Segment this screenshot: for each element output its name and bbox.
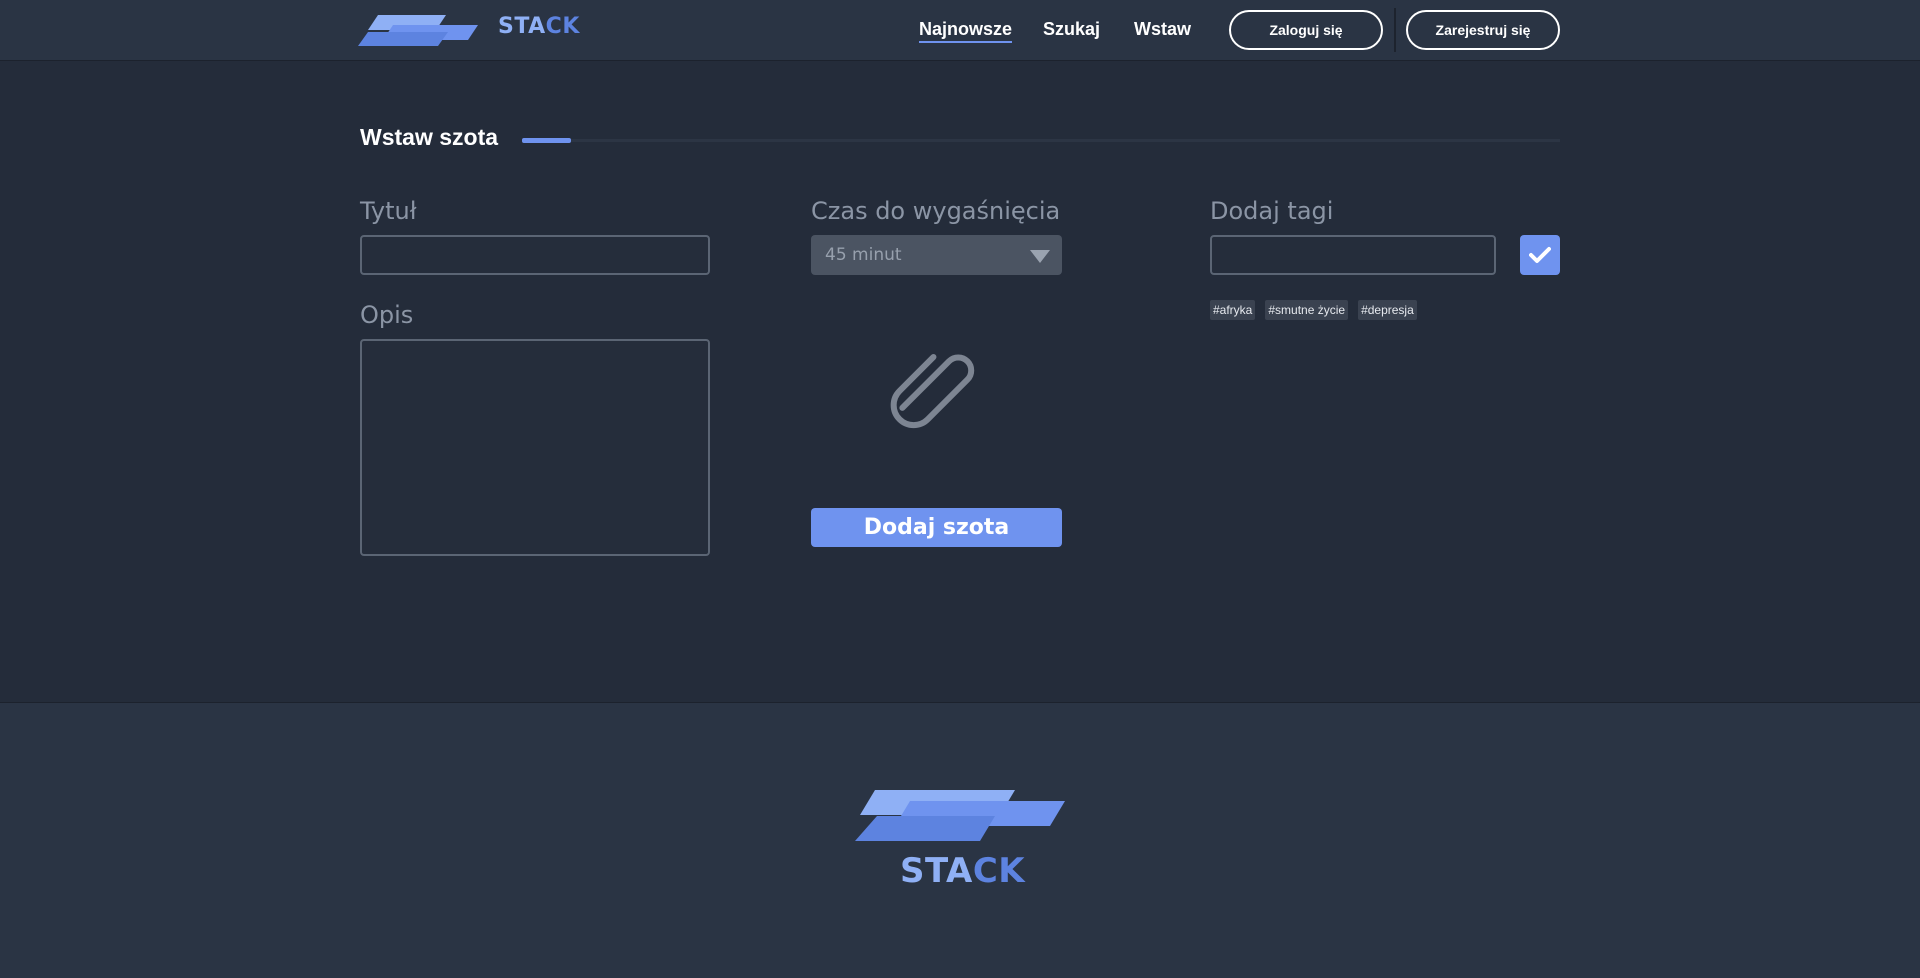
nav-newest[interactable]: Najnowsze: [919, 19, 1013, 43]
title-label: Tytuł: [360, 197, 417, 225]
brand-name[interactable]: STACK: [498, 14, 580, 39]
footer-logo[interactable]: [855, 787, 1065, 848]
header-divider: [1394, 8, 1396, 52]
tags-label: Dodaj tagi: [1210, 197, 1334, 225]
tag-list: #afryka #smutne życie #depresja: [1210, 300, 1417, 320]
nav-insert[interactable]: Wstaw: [1134, 19, 1191, 40]
description-textarea[interactable]: [360, 339, 710, 556]
footer-brand-part1: STA: [900, 851, 973, 891]
caret-down-icon: [1030, 250, 1050, 263]
tag-chip[interactable]: #depresja: [1358, 300, 1417, 320]
description-label: Opis: [360, 301, 414, 329]
brand-logo[interactable]: [358, 12, 478, 48]
expire-select[interactable]: 45 minut: [811, 235, 1062, 275]
site-header: STACK Najnowsze Szukaj Wstaw Zaloguj się…: [0, 0, 1920, 61]
title-input[interactable]: [360, 235, 710, 275]
footer-brand-part2: CK: [972, 851, 1026, 891]
login-button[interactable]: Zaloguj się: [1229, 10, 1383, 50]
register-button[interactable]: Zarejestruj się: [1406, 10, 1560, 50]
site-footer: STACK: [0, 702, 1920, 978]
expire-label: Czas do wygaśnięcia: [811, 197, 1061, 225]
check-icon: [1529, 247, 1551, 263]
title-underline: [522, 139, 1560, 142]
stack-logo-icon: [358, 15, 478, 46]
title-underline-accent: [522, 138, 571, 143]
page-title: Wstaw szota: [360, 124, 499, 150]
tag-chip[interactable]: #smutne życie: [1265, 300, 1349, 320]
paperclip-icon[interactable]: [888, 336, 986, 441]
expire-select-value: 45 minut: [825, 245, 902, 265]
brand-name-part2: CK: [545, 14, 580, 39]
nav-search[interactable]: Szukaj: [1043, 19, 1100, 40]
add-tag-button[interactable]: [1520, 235, 1560, 275]
brand-name-part1: STA: [498, 14, 546, 39]
submit-button[interactable]: Dodaj szota: [811, 508, 1062, 547]
tag-chip[interactable]: #afryka: [1210, 300, 1256, 320]
footer-brand-name: STACK: [900, 851, 1025, 891]
stack-logo-icon: [855, 790, 1065, 841]
tags-input[interactable]: [1210, 235, 1496, 275]
